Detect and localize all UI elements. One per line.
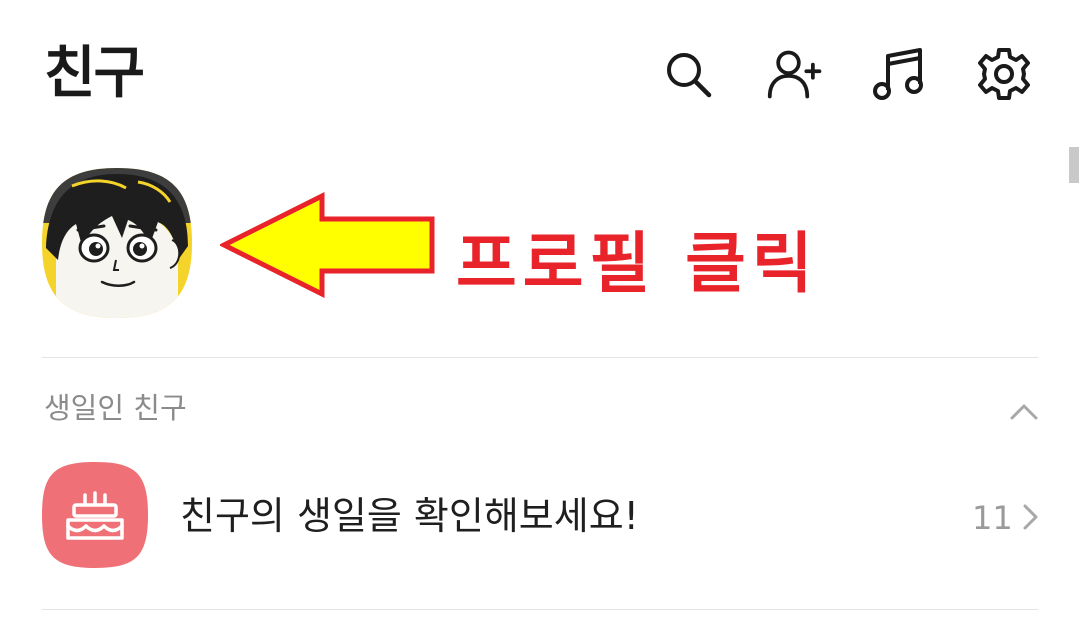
add-friend-button[interactable]: [766, 44, 826, 104]
divider: [42, 357, 1038, 358]
divider: [42, 609, 1038, 610]
my-profile-avatar[interactable]: [42, 168, 192, 318]
settings-icon: [978, 48, 1030, 100]
scrollbar-thumb[interactable]: [1069, 147, 1079, 183]
cake-icon: [42, 462, 148, 568]
page-title: 친구: [44, 41, 145, 106]
search-icon: [667, 53, 712, 98]
chevron-up-icon: [1010, 404, 1038, 420]
music-button[interactable]: [870, 44, 930, 104]
chevron-right-icon: [1023, 504, 1038, 530]
birthday-item-label: 친구의 생일을 확인해보세요!: [180, 494, 639, 538]
birthday-count: 11: [972, 499, 1013, 537]
settings-button[interactable]: [974, 44, 1034, 104]
friends-screen: 친구 프로필 클릭 생일인 친구 친구의 생일을 확인해보세요! 11: [0, 0, 1079, 632]
annotation-arrow: [220, 191, 435, 299]
cartoon-boy-avatar: [42, 168, 192, 318]
annotation-text: 프로필 클릭: [456, 225, 819, 302]
add-friend-icon: [767, 50, 822, 99]
section-collapse-toggle[interactable]: [1006, 396, 1042, 426]
music-icon: [873, 48, 923, 100]
search-button[interactable]: [658, 44, 718, 104]
birthday-section-title: 생일인 친구: [44, 391, 187, 425]
birthday-list-item[interactable]: 친구의 생일을 확인해보세요! 11: [0, 455, 1079, 575]
